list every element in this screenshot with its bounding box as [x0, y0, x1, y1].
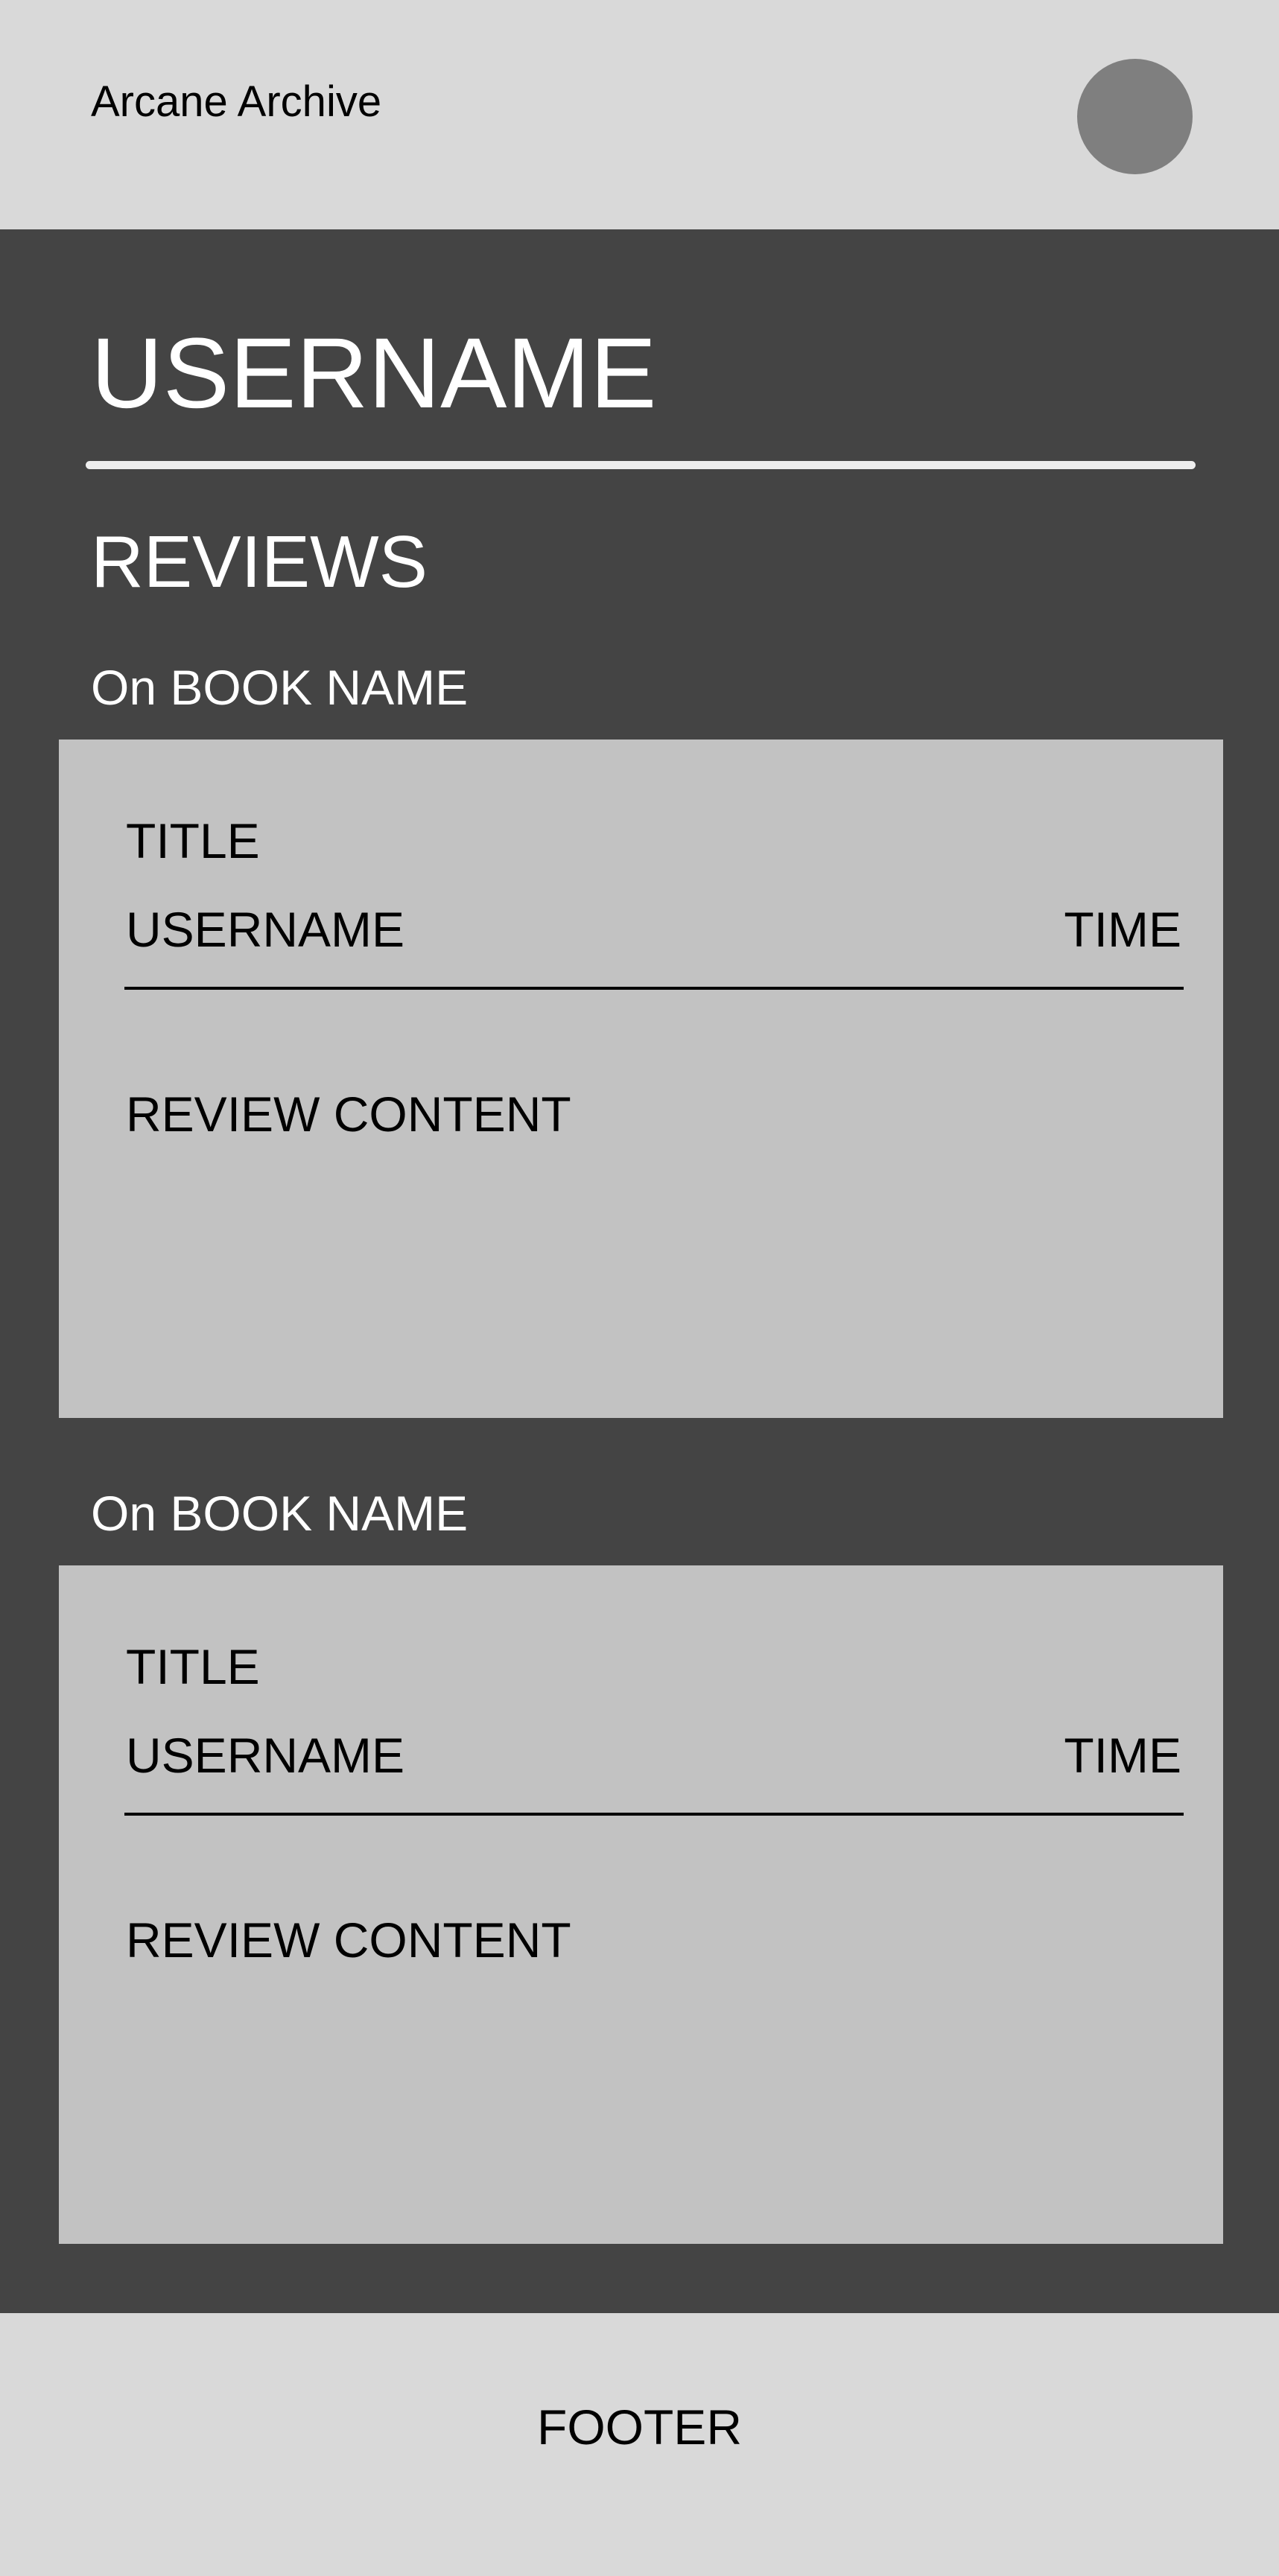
header: Arcane Archive — [0, 0, 1279, 229]
reviews-section-title: REVIEWS — [91, 521, 428, 602]
review-card[interactable]: TITLE USERNAME TIME REVIEW CONTENT — [59, 740, 1223, 1418]
review-card[interactable]: TITLE USERNAME TIME REVIEW CONTENT — [59, 1565, 1223, 2244]
heading-divider — [86, 461, 1196, 469]
review-username[interactable]: USERNAME — [126, 905, 404, 954]
app-title[interactable]: Arcane Archive — [91, 80, 381, 124]
review-meta: USERNAME TIME — [126, 1731, 1181, 1783]
review-meta: USERNAME TIME — [126, 905, 1181, 957]
review-time: TIME — [1064, 1728, 1181, 1783]
review-divider — [124, 987, 1184, 990]
footer: FOOTER — [0, 2313, 1279, 2576]
review-username[interactable]: USERNAME — [126, 1731, 404, 1780]
footer-text: FOOTER — [537, 2400, 742, 2455]
review-divider — [124, 1813, 1184, 1816]
review-title: TITLE — [126, 1639, 260, 1694]
avatar[interactable] — [1077, 59, 1193, 174]
profile-username: USERNAME — [91, 318, 657, 429]
profile-main: USERNAME REVIEWS On BOOK NAME TITLE USER… — [0, 229, 1279, 2313]
review-book-label[interactable]: On BOOK NAME — [91, 663, 468, 712]
page: Arcane Archive USERNAME REVIEWS On BOOK … — [0, 0, 1279, 2576]
review-time: TIME — [1064, 902, 1181, 957]
review-title: TITLE — [126, 813, 260, 868]
review-content: REVIEW CONTENT — [126, 1087, 571, 1142]
review-content: REVIEW CONTENT — [126, 1912, 571, 1968]
review-book-label[interactable]: On BOOK NAME — [91, 1489, 468, 1538]
